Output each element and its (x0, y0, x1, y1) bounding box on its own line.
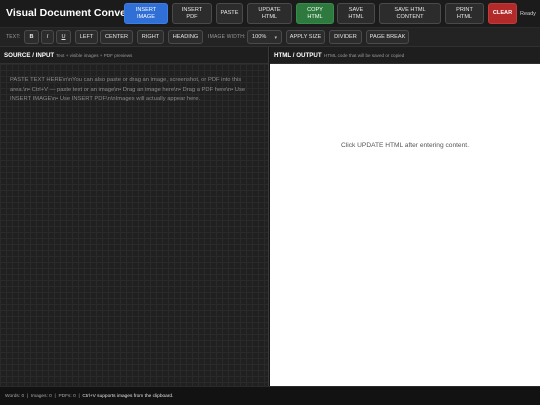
source-panel-subtitle: Text + visible images + PDF previews (56, 53, 133, 58)
image-width-value: 100% (252, 34, 267, 40)
italic-button[interactable]: I (41, 30, 54, 44)
source-input-area[interactable]: PASTE TEXT HERE\n\nYou can also paste or… (0, 64, 269, 386)
status-text: Ready (520, 11, 536, 17)
status-footer: Words: 0 | Images: 0 | PDFs: 0 | Ctrl+V … (0, 386, 540, 405)
save-html-content-button[interactable]: SAVE HTML CONTENT (379, 3, 441, 24)
copy-html-button[interactable]: COPY HTML (296, 3, 334, 24)
page-break-button[interactable]: PAGE BREAK (366, 30, 409, 44)
paste-button[interactable]: PASTE (216, 3, 243, 24)
app-header: Visual Document Converter INSERT IMAGE I… (0, 0, 540, 28)
image-count: Images: 0 (30, 394, 52, 399)
insert-image-button[interactable]: INSERT IMAGE (124, 3, 168, 24)
output-empty-message: Click UPDATE HTML after entering content… (341, 142, 469, 149)
heading-button[interactable]: HEADING (168, 30, 203, 44)
output-panel-subtitle: HTML code that will be saved or copied (324, 53, 405, 58)
image-width-select[interactable]: 100% ▾ (247, 30, 282, 44)
bold-button[interactable]: B (24, 30, 39, 44)
pdf-count: PDFs: 0 (58, 394, 76, 399)
print-html-button[interactable]: PRINT HTML (445, 3, 484, 24)
clipboard-hint: Ctrl+V supports images from the clipboar… (82, 394, 174, 399)
app-title: Visual Document Converter (6, 7, 144, 19)
clear-button[interactable]: CLEAR (488, 3, 517, 24)
output-panel-header: HTML / OUTPUT HTML code that will be sav… (270, 47, 540, 64)
source-panel-title: SOURCE / INPUT (4, 52, 55, 59)
text-label: TEXT: (6, 34, 21, 40)
image-width-label: IMAGE WIDTH: (208, 34, 246, 40)
divider-button[interactable]: DIVIDER (329, 30, 362, 44)
update-html-button[interactable]: UPDATE HTML (247, 3, 292, 24)
word-count: Words: 0 (5, 394, 25, 399)
apply-size-button[interactable]: APPLY SIZE (286, 30, 325, 44)
html-output-area: Click UPDATE HTML after entering content… (270, 64, 540, 386)
output-panel-title: HTML / OUTPUT (274, 52, 322, 59)
underline-button[interactable]: U (56, 30, 71, 44)
footer-stats: Words: 0 | Images: 0 | PDFs: 0 | Ctrl+V … (5, 394, 173, 399)
save-html-button[interactable]: SAVE HTML (337, 3, 375, 24)
align-right-button[interactable]: RIGHT (137, 30, 164, 44)
insert-pdf-button[interactable]: INSERT PDF (172, 3, 212, 24)
format-toolbar: TEXT: B I U LEFT CENTER RIGHT HEADING IM… (0, 28, 540, 47)
source-placeholder: PASTE TEXT HERE\n\nYou can also paste or… (10, 77, 246, 102)
align-center-button[interactable]: CENTER (100, 30, 133, 44)
align-left-button[interactable]: LEFT (75, 30, 98, 44)
source-panel-header: SOURCE / INPUT Text + visible images + P… (0, 47, 269, 64)
chevron-down-icon: ▾ (274, 35, 277, 41)
